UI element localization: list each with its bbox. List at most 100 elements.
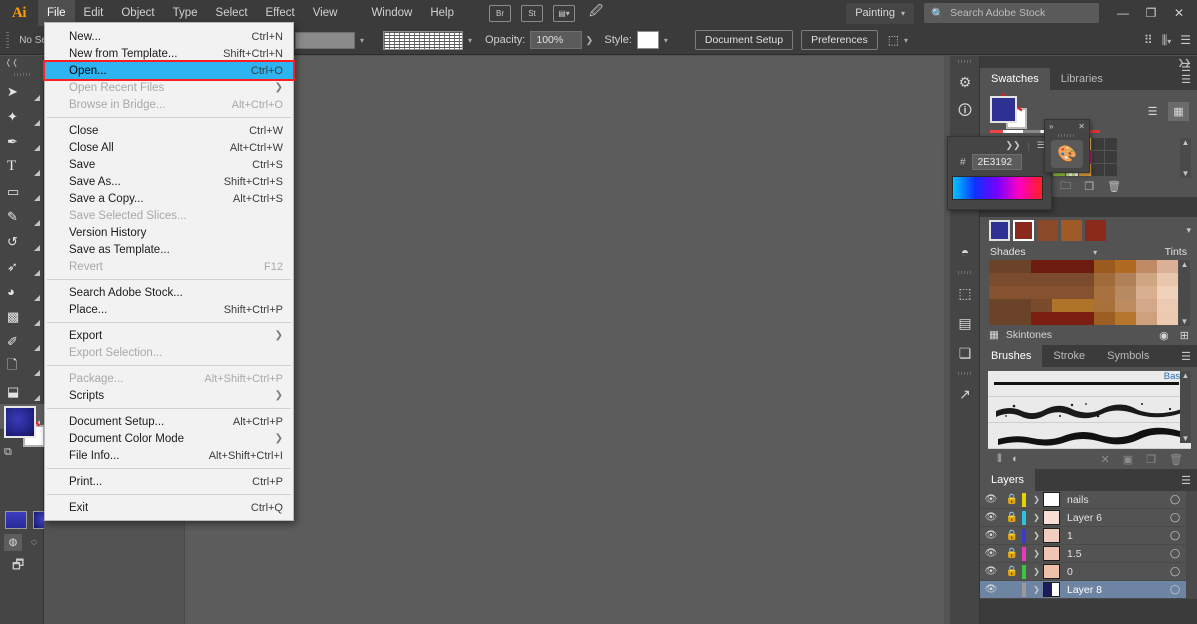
draw-behind-button[interactable]: ◌ (25, 534, 43, 551)
info-icon[interactable]: 🛈 (950, 97, 980, 127)
guide-cell[interactable] (1157, 273, 1178, 286)
swatch-cell[interactable] (1092, 164, 1104, 176)
close-button[interactable]: ✕ (1165, 0, 1193, 26)
magic-wand-tool[interactable]: ✦ (0, 104, 44, 129)
guide-cell[interactable] (1073, 312, 1094, 325)
guide-cell[interactable] (1094, 273, 1115, 286)
toolbar-grip[interactable] (0, 69, 43, 79)
menu-view[interactable]: View (304, 0, 347, 26)
grid-view-button[interactable]: ▦ (1168, 102, 1189, 121)
guide-cell[interactable] (1010, 260, 1031, 273)
guide-cell[interactable] (1136, 260, 1157, 273)
document-setup-button[interactable]: Document Setup (694, 30, 794, 50)
menu-item-open[interactable]: Open... Ctrl+O (45, 62, 293, 79)
color-button[interactable] (5, 511, 27, 529)
target-indicator-icon[interactable]: ◯ (1164, 548, 1186, 559)
lock-icon[interactable]: 🔒 (1002, 530, 1022, 541)
brush-item-charcoal[interactable] (988, 397, 1191, 423)
new-color-group-icon[interactable]: 🗀 (1060, 177, 1071, 196)
table-row[interactable]: 👁 🔒 ❯ Layer 6 ◯ (980, 509, 1186, 527)
guide-cell[interactable] (1031, 299, 1052, 312)
shape-builder-tool[interactable]: ◕ (0, 279, 44, 304)
eye-icon[interactable]: 👁 (980, 530, 1002, 541)
eyedropper-tool[interactable]: ✐ (0, 329, 44, 354)
menu-item-save-as[interactable]: Save As... Shift+Ctrl+S (45, 173, 293, 190)
table-row[interactable]: 👁 🔒 ❯ nails ◯ (980, 491, 1186, 509)
menu-item-save-as-template[interactable]: Save as Template... (45, 241, 293, 258)
target-indicator-icon[interactable]: ◯ (1164, 584, 1186, 595)
preferences-button[interactable]: Preferences (801, 30, 878, 50)
stroke-chevron-down-icon[interactable]: ▾ (463, 32, 477, 49)
guide-cell[interactable] (1157, 299, 1178, 312)
menu-item-save[interactable]: Save Ctrl+S (45, 156, 293, 173)
layers-panel-menu-icon[interactable]: ☰ (1181, 474, 1191, 487)
paintbrush-tool[interactable]: ✎ (0, 204, 44, 229)
transform-panel-icon[interactable]: ⬚ (888, 33, 899, 47)
libraries-panel-icon[interactable]: ◖ (1011, 453, 1018, 465)
transform-icon[interactable]: ⬚ (950, 278, 980, 308)
tab-brushes[interactable]: Brushes (980, 345, 1043, 367)
style-chevron-down-icon[interactable]: ▾ (659, 32, 673, 49)
artist-palette-icon[interactable]: 🎨 (1051, 140, 1083, 168)
target-indicator-icon[interactable]: ◯ (1164, 566, 1186, 577)
guide-cell[interactable] (1094, 260, 1115, 273)
eye-icon[interactable]: 👁 (980, 584, 1002, 595)
menu-item-export-selection[interactable]: Export Selection... (45, 344, 293, 361)
guide-cell[interactable] (989, 299, 1010, 312)
guide-cell[interactable] (1157, 286, 1178, 299)
stock-icon[interactable]: St (521, 4, 543, 22)
hex-input[interactable]: 2E3192 (971, 154, 1022, 170)
guide-cell[interactable] (1052, 312, 1073, 325)
guide-cell[interactable] (1157, 312, 1178, 325)
brush-libraries-icon[interactable]: ⦀ (997, 453, 1002, 466)
menu-item-save-selected-slices[interactable]: Save Selected Slices... (45, 207, 293, 224)
delete-swatch-icon[interactable]: 🗑 (1107, 180, 1121, 193)
target-indicator-icon[interactable]: ◯ (1164, 512, 1186, 523)
toolbar-collapse-button[interactable]: ❬❬ (0, 56, 43, 69)
scroll-down-icon[interactable]: ▼ (1182, 434, 1190, 443)
eye-icon[interactable]: 👁 (980, 548, 1002, 559)
menu-help[interactable]: Help (421, 0, 463, 26)
menu-item-save-a-copy[interactable]: Save a Copy... Alt+Ctrl+S (45, 190, 293, 207)
stroke-profile-preview[interactable] (383, 30, 463, 50)
rail-grip[interactable] (950, 267, 979, 278)
type-tool[interactable]: T (0, 154, 44, 179)
harmony-swatch[interactable] (1037, 220, 1058, 241)
guide-cell[interactable] (1031, 286, 1052, 299)
fill-chevron-down-icon[interactable]: ▾ (355, 32, 369, 49)
table-row[interactable]: 👁 🔒 ❯ 1.5 ◯ (980, 545, 1186, 563)
guide-cell[interactable] (1136, 312, 1157, 325)
guide-cell[interactable] (1010, 286, 1031, 299)
table-row[interactable]: 👁 🔒 ❯ 1 ◯ (980, 527, 1186, 545)
guide-cell[interactable] (989, 273, 1010, 286)
guide-cell[interactable] (989, 286, 1010, 299)
tab-layers[interactable]: Layers (980, 469, 1036, 491)
color-spectrum-bar[interactable] (952, 176, 1043, 200)
color-guide-scrollbar[interactable]: ▲ ▼ (1179, 260, 1190, 326)
swatch-cell[interactable] (1105, 151, 1117, 163)
guide-cell[interactable] (1115, 260, 1136, 273)
artboard[interactable] (184, 56, 944, 624)
menu-item-revert[interactable]: Revert F12 (45, 258, 293, 275)
menu-item-document-color-mode[interactable]: Document Color Mode ❯ (45, 430, 293, 447)
scroll-down-icon[interactable]: ▼ (1182, 169, 1190, 178)
target-indicator-icon[interactable]: ◯ (1164, 530, 1186, 541)
harmony-rules-chevron-down-icon[interactable]: ▾ (1186, 225, 1191, 236)
color-guide-grid[interactable] (989, 260, 1197, 325)
align-icon[interactable]: ▤ (950, 308, 980, 338)
table-row[interactable]: 👁 🔒 ❯ 0 ◯ (980, 563, 1186, 581)
scroll-up-icon[interactable]: ▲ (1182, 138, 1190, 147)
menu-item-close[interactable]: Close Ctrl+W (45, 122, 293, 139)
scroll-down-icon[interactable]: ▼ (1181, 317, 1189, 326)
symbol-sprayer-tool[interactable]: 🗋 (0, 354, 44, 379)
brush-item-basic[interactable]: Basic (988, 371, 1191, 397)
guide-cell[interactable] (1073, 273, 1094, 286)
chevron-right-icon[interactable]: ❯ (1030, 495, 1043, 504)
harmony-swatch[interactable] (1061, 220, 1082, 241)
chevron-right-icon[interactable]: ❯ (1030, 567, 1043, 576)
guide-cell[interactable] (1094, 312, 1115, 325)
menu-item-place[interactable]: Place... Shift+Ctrl+P (45, 301, 293, 318)
chevron-right-icon[interactable]: ❯ (1030, 531, 1043, 540)
swatch-cell[interactable] (1092, 138, 1104, 150)
eye-icon[interactable]: 👁 (980, 512, 1002, 523)
